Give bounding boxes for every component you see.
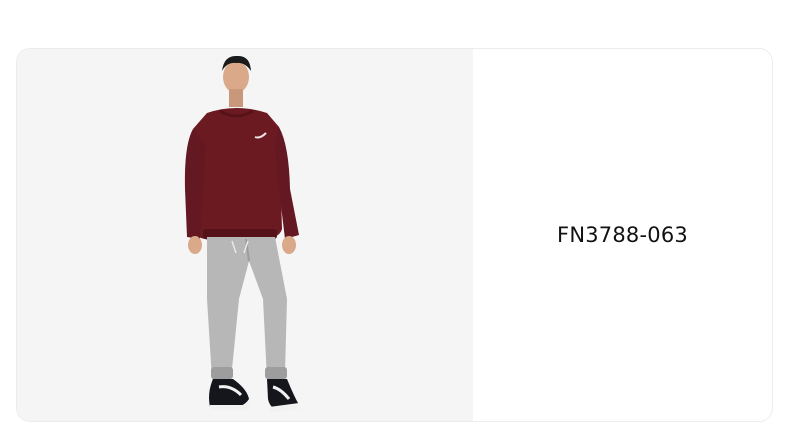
model-head: [223, 61, 249, 93]
model-illustration: [184, 55, 300, 413]
product-card[interactable]: FN3788-063: [16, 48, 773, 422]
joggers: [207, 237, 287, 379]
model-right-hand: [282, 236, 296, 254]
joggers-left-cuff: [211, 367, 233, 379]
left-shoe: [209, 379, 249, 409]
product-image[interactable]: [17, 49, 473, 421]
product-sku: FN3788-063: [557, 223, 688, 247]
model-left-hand: [188, 236, 202, 254]
product-info-panel: FN3788-063: [473, 49, 772, 421]
left-shoe-sole: [210, 405, 249, 410]
joggers-right-cuff: [265, 367, 287, 379]
model-neck: [229, 89, 243, 107]
